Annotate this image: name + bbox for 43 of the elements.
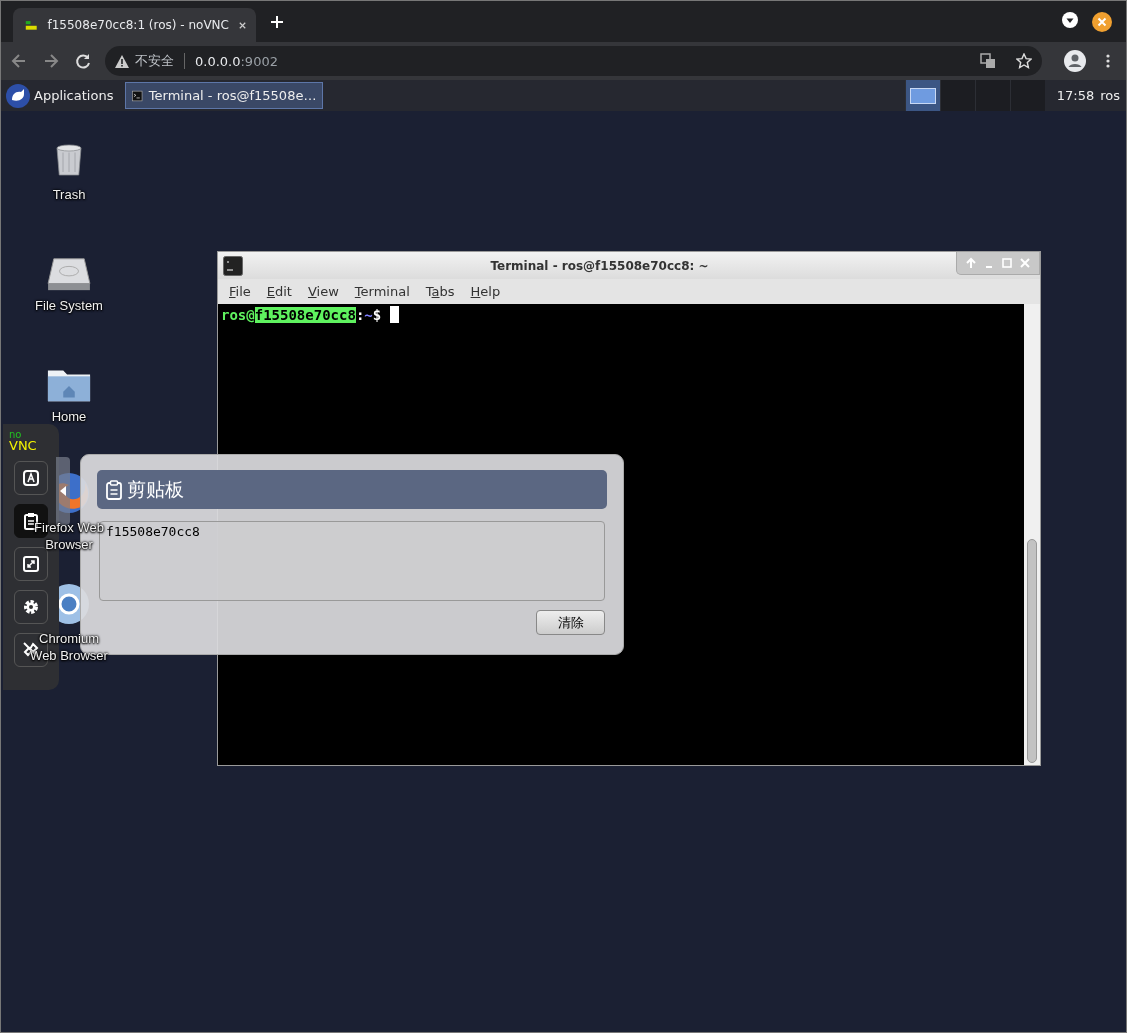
menu-item[interactable]: View — [299, 284, 347, 299]
desktop-icon-label[interactable]: Trash — [52, 186, 86, 203]
settings-button[interactable] — [14, 590, 48, 624]
security-warning[interactable]: 不安全 — [135, 52, 174, 70]
clock[interactable]: 17:58 — [1056, 88, 1095, 103]
window-title: Terminal - ros@f15508e70cc8: ~ — [489, 258, 710, 273]
translate-icon[interactable] — [980, 53, 996, 69]
fullscreen-button[interactable] — [14, 547, 48, 581]
menu-item[interactable]: File — [221, 284, 259, 299]
letter-key-icon — [21, 468, 41, 488]
user-name[interactable]: ros — [1100, 88, 1120, 103]
app-logo: no VNC — [9, 430, 37, 452]
keyboard-button[interactable] — [14, 461, 48, 495]
workspace-button[interactable] — [904, 80, 940, 111]
star-icon[interactable] — [1016, 53, 1032, 69]
menu-item[interactable]: Tabs — [417, 284, 463, 299]
terminal-icon — [132, 87, 143, 104]
browser-tab[interactable]: f15508e70cc8:1 (ros) - noVNC — [13, 8, 256, 42]
desktop-icon-label[interactable]: Home — [51, 408, 87, 425]
scrollbar[interactable] — [1024, 304, 1040, 765]
close-icon[interactable] — [1092, 11, 1112, 32]
gear-icon — [21, 597, 41, 617]
clipboard-icon — [105, 479, 123, 500]
expand-icon — [21, 554, 41, 574]
close-tab-icon[interactable] — [238, 20, 246, 30]
menu-icon[interactable] — [1106, 54, 1110, 68]
url-text: 0.0.0.0:9002 — [195, 53, 278, 69]
text-cursor — [390, 306, 400, 323]
panel-title: 剪贴板 — [127, 476, 184, 502]
new-tab-icon[interactable] — [270, 14, 284, 29]
taskbar-button[interactable]: Terminal - ros@f15508e… — [125, 82, 324, 109]
menu-item[interactable]: Help — [462, 284, 509, 299]
applications-menu[interactable]: Applications — [6, 83, 120, 108]
menu-item[interactable]: Edit — [258, 284, 300, 299]
hard-drive-icon[interactable] — [45, 255, 93, 293]
profile-avatar-icon[interactable] — [1064, 50, 1086, 72]
terminal-icon — [223, 255, 243, 276]
desktop-icon-label[interactable]: File System — [35, 297, 103, 314]
dropdown-icon[interactable] — [1062, 11, 1078, 28]
menu-item[interactable]: Terminal — [346, 284, 418, 299]
address-bar[interactable]: 不安全 0.0.0.0:9002 — [105, 46, 1042, 76]
clear-button[interactable]: 清除 — [536, 610, 605, 635]
warning-icon — [115, 54, 129, 68]
